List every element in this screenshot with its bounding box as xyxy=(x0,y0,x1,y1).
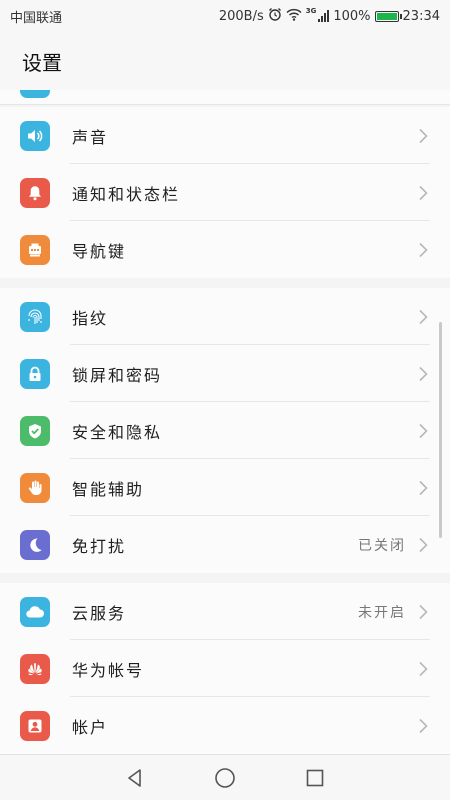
battery-percent: 100% xyxy=(333,8,371,24)
settings-row-shield-check[interactable]: 安全和隐私 xyxy=(0,402,450,459)
chevron-right-icon xyxy=(418,537,428,553)
settings-group-3: 云服务 未开启华为帐号帐户 xyxy=(0,583,450,754)
settings-group-1: 声音通知和状态栏 导航键 xyxy=(0,107,450,278)
settings-row-label: 声音 xyxy=(72,127,109,147)
recents-button[interactable] xyxy=(295,758,335,798)
chevron-right-icon xyxy=(418,185,428,201)
chevron-right-icon xyxy=(418,366,428,382)
account-icon xyxy=(20,710,50,741)
settings-row-label: 安全和隐私 xyxy=(72,422,163,442)
chevron-right-icon xyxy=(418,661,428,677)
settings-row-label: 指纹 xyxy=(72,308,109,328)
partial-row xyxy=(0,90,450,105)
fingerprint-icon xyxy=(20,301,50,332)
chevron-right-icon xyxy=(418,128,428,144)
recents-square-icon xyxy=(306,769,324,786)
cloud-icon xyxy=(20,596,50,627)
network-type: 3G xyxy=(305,7,317,15)
settings-row-value: 已关闭 xyxy=(358,537,406,554)
settings-row-label: 智能辅助 xyxy=(72,479,145,499)
home-circle-icon xyxy=(215,767,235,788)
scrollbar[interactable] xyxy=(439,322,442,538)
home-button[interactable] xyxy=(205,758,245,798)
settings-row-fingerprint[interactable]: 指纹 xyxy=(0,288,450,345)
chevron-right-icon xyxy=(418,604,428,620)
settings-row-label: 导航键 xyxy=(72,241,127,261)
bell-icon xyxy=(20,177,50,208)
settings-row-label: 锁屏和密码 xyxy=(72,365,163,385)
settings-row-account[interactable]: 帐户 xyxy=(0,697,450,754)
settings-row-label: 免打扰 xyxy=(72,536,127,556)
settings-row-speaker[interactable]: 声音 xyxy=(0,107,450,164)
status-bar: 中国联通 200B/s 3G 100% 23:34 xyxy=(0,0,450,32)
chevron-right-icon xyxy=(418,309,428,325)
settings-group-2: 指纹锁屏和密码安全和隐私智能辅助免打扰 已关闭 xyxy=(0,288,450,573)
clock: 23:34 xyxy=(402,8,440,24)
chevron-right-icon xyxy=(418,423,428,439)
hand-icon xyxy=(20,472,50,503)
settings-row-navigation-keys[interactable]: 导航键 xyxy=(0,221,450,278)
alarm-icon xyxy=(268,7,282,25)
settings-row-label: 华为帐号 xyxy=(72,660,145,680)
signal-icon xyxy=(318,10,330,22)
battery-icon xyxy=(374,10,402,22)
settings-row-lock[interactable]: 锁屏和密码 xyxy=(0,345,450,402)
shield-check-icon xyxy=(20,415,50,446)
settings-row-label: 云服务 xyxy=(72,603,127,623)
partial-row-icon xyxy=(20,90,50,98)
moon-icon xyxy=(20,529,50,560)
settings-row-bell[interactable]: 通知和状态栏 xyxy=(0,164,450,221)
chevron-right-icon xyxy=(418,242,428,258)
settings-row-hand[interactable]: 智能辅助 xyxy=(0,459,450,516)
back-button[interactable] xyxy=(115,758,155,798)
lock-icon xyxy=(20,358,50,389)
network-speed: 200B/s xyxy=(218,8,264,24)
back-triangle-icon xyxy=(128,768,141,787)
speaker-icon xyxy=(20,120,50,151)
navigation-bar xyxy=(0,754,450,800)
settings-list[interactable]: 声音通知和状态栏 导航键 指纹锁屏和密码安全和隐私智能辅助免打扰 已关闭 云服务 未开… xyxy=(0,90,450,754)
chevron-right-icon xyxy=(418,480,428,496)
settings-row-moon[interactable]: 免打扰 已关闭 xyxy=(0,516,450,573)
carrier-label: 中国联通 xyxy=(10,10,63,26)
navigation-keys-icon xyxy=(20,234,50,265)
settings-row-label: 通知和状态栏 xyxy=(72,184,181,204)
huawei-logo-icon xyxy=(20,653,50,684)
chevron-right-icon xyxy=(418,718,428,734)
page-title: 设置 xyxy=(22,50,62,75)
settings-row-cloud[interactable]: 云服务 未开启 xyxy=(0,583,450,640)
title-bar: 设置 xyxy=(0,32,450,90)
settings-row-huawei-logo[interactable]: 华为帐号 xyxy=(0,640,450,697)
settings-row-value: 未开启 xyxy=(358,604,406,621)
wifi-icon xyxy=(286,8,302,25)
settings-row-label: 帐户 xyxy=(72,717,109,737)
